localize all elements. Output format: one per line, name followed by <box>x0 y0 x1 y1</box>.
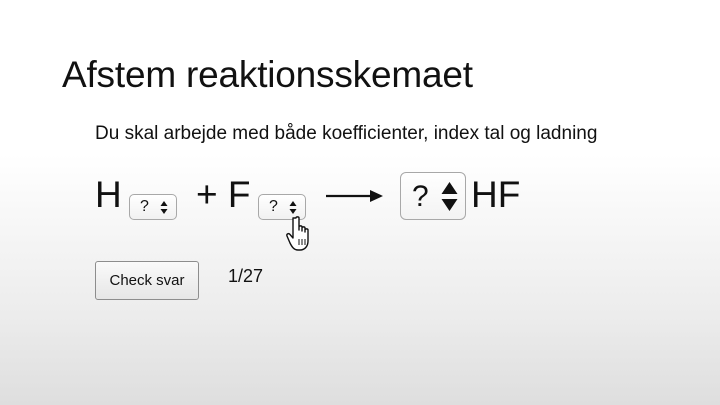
instruction-text: Du skal arbejde med både koefficienter, … <box>95 123 598 144</box>
hf-coefficient-select[interactable]: ? <box>400 172 466 220</box>
plus-f-symbol: + F <box>196 174 251 215</box>
up-down-stepper-icon <box>441 182 458 211</box>
up-down-stepper-icon <box>160 201 168 214</box>
f-index-value: ? <box>269 198 278 215</box>
check-answer-button[interactable]: Check svar <box>95 261 199 300</box>
reaction-arrow-icon <box>326 190 383 202</box>
hf-coefficient-value: ? <box>412 180 429 213</box>
product-hf-symbol: HF <box>471 174 521 215</box>
reactant-h-symbol: H <box>95 174 122 215</box>
progress-counter: 1/27 <box>228 266 264 286</box>
up-down-stepper-icon <box>289 201 297 214</box>
page-title: Afstem reaktionsskemaet <box>62 54 473 95</box>
hand-pointer-cursor-icon <box>286 216 309 251</box>
h-index-value: ? <box>140 198 149 215</box>
h-index-select[interactable]: ? <box>129 194 177 220</box>
